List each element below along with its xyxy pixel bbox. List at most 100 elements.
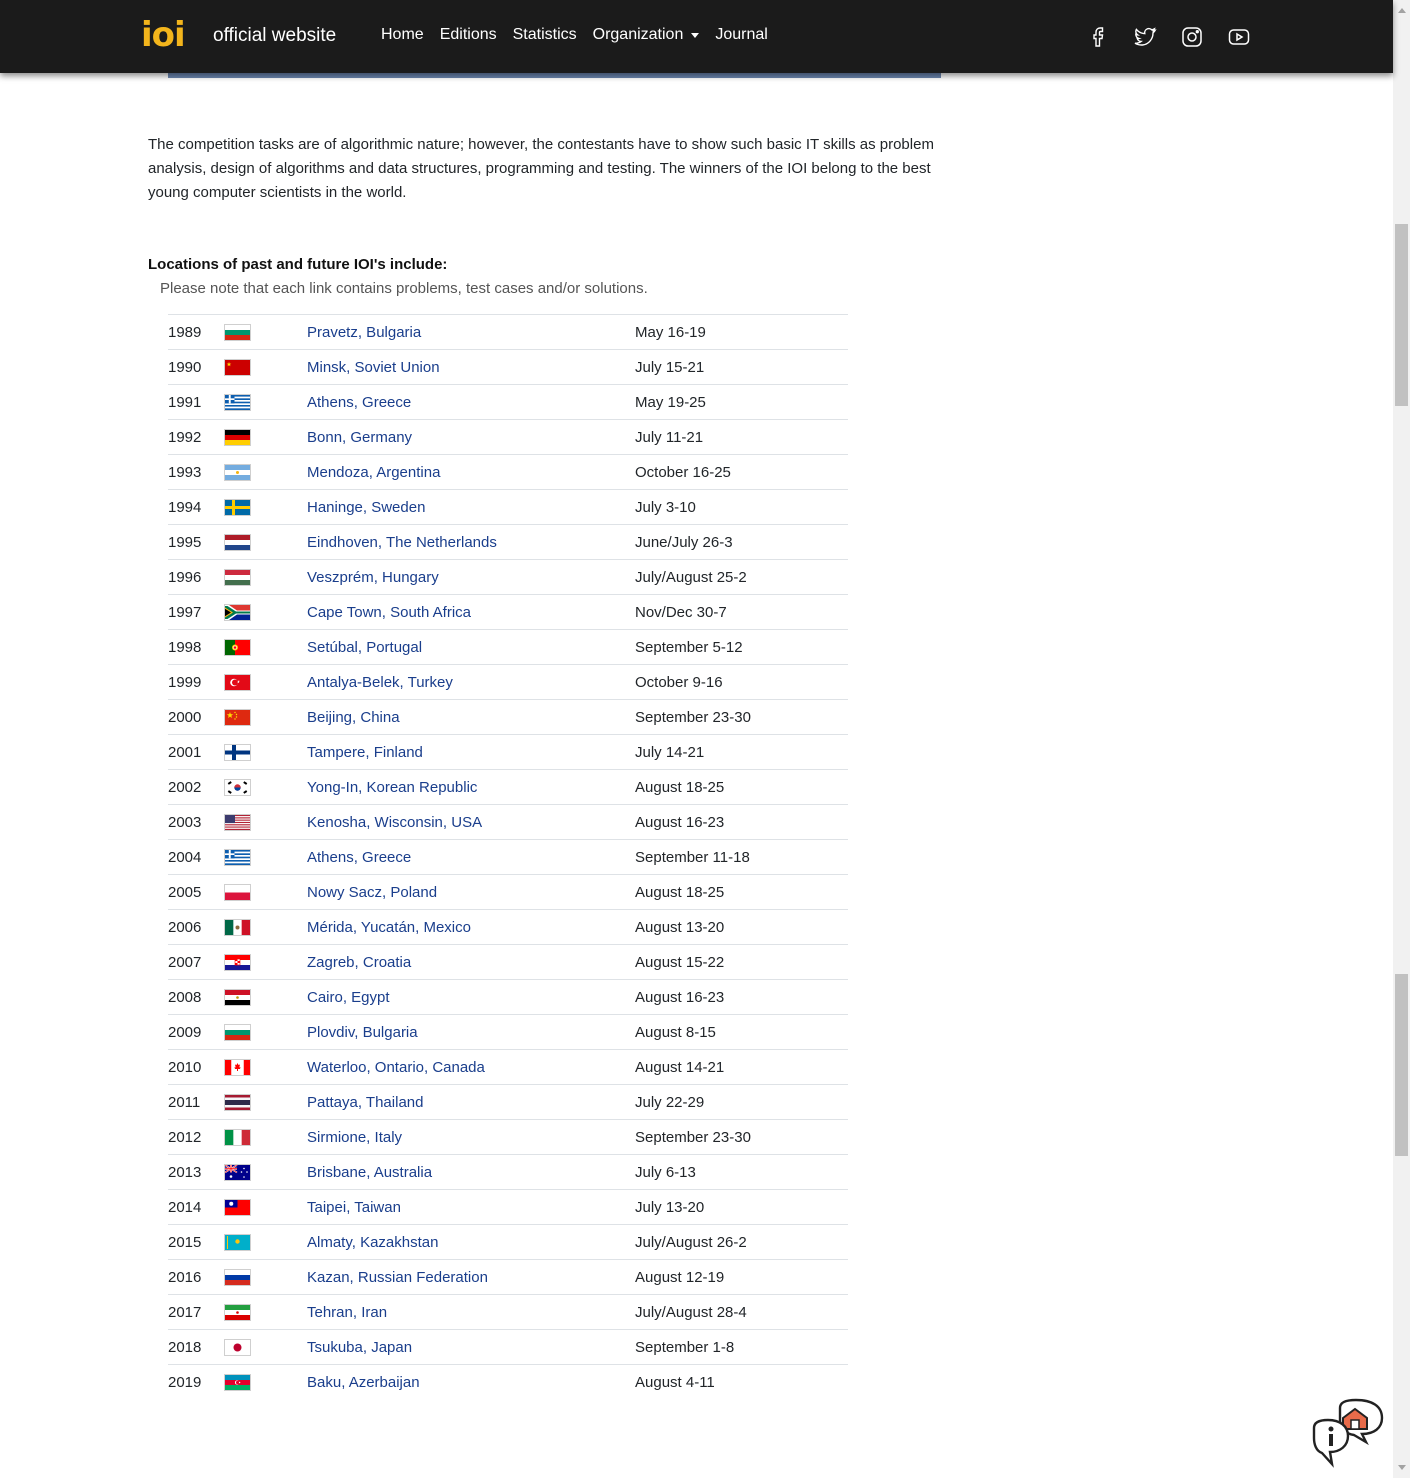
edition-location-link[interactable]: Athens, Greece [307,849,411,866]
table-row: 2018 Tsukuba, Japan September 1-8 [168,1329,848,1365]
edition-location-link[interactable]: Taipei, Taiwan [307,1199,401,1216]
edition-location-link[interactable]: Nowy Sacz, Poland [307,884,437,901]
edition-location-link[interactable]: Setúbal, Portugal [307,639,422,656]
mexico-flag-icon [224,918,251,936]
edition-dates: July/August 25-2 [635,559,848,595]
location-cell: Waterloo, Ontario, Canada [307,1049,635,1085]
edition-location-link[interactable]: Pattaya, Thailand [307,1094,423,1111]
edition-year: 1995 [168,524,224,560]
scrollbar-thumb[interactable] [1395,224,1408,406]
flag-cell [224,384,307,420]
greece-flag-icon [224,393,251,411]
locations-note: Please note that each link contains prob… [160,280,648,297]
thailand-flag-icon [224,1093,251,1111]
edition-year: 2003 [168,804,224,840]
edition-location-link[interactable]: Tampere, Finland [307,744,423,761]
flag-cell [224,979,307,1015]
instagram-icon[interactable] [1180,25,1204,49]
youtube-icon[interactable] [1227,25,1251,49]
nav-statistics-link[interactable]: Statistics [513,26,577,44]
table-row: 1997 Cape Town, South Africa Nov/Dec 30-… [168,594,848,630]
table-row: 2017 Tehran, Iran July/August 28-4 [168,1294,848,1330]
edition-dates: September 23-30 [635,1119,848,1155]
edition-location-link[interactable]: Plovdiv, Bulgaria [307,1024,418,1041]
edition-location-link[interactable]: Tehran, Iran [307,1304,387,1321]
table-row: 1995 Eindhoven, The Netherlands June/Jul… [168,524,848,560]
brand-title[interactable]: official website [213,25,336,47]
edition-location-link[interactable]: Mérida, Yucatán, Mexico [307,919,471,936]
edition-location-link[interactable]: Beijing, China [307,709,400,726]
table-row: 2010 Waterloo, Ontario, Canada August 14… [168,1049,848,1085]
edition-year: 2012 [168,1119,224,1155]
header-image-bottom-edge [168,73,941,78]
scrollbar-thumb-secondary[interactable] [1395,974,1408,1156]
nav-links: Home Editions Statistics Organization Jo… [381,26,784,44]
edition-location-link[interactable]: Minsk, Soviet Union [307,359,440,376]
edition-location-link[interactable]: Eindhoven, The Netherlands [307,534,497,551]
edition-location-link[interactable]: Mendoza, Argentina [307,464,440,481]
edition-location-link[interactable]: Kazan, Russian Federation [307,1269,488,1286]
help-chat-widget[interactable] [1310,1398,1384,1468]
table-row: 2002 Yong-In, Korean Republic August 18-… [168,769,848,805]
page-scrollbar[interactable] [1393,0,1410,1478]
taiwan-flag-icon [224,1198,251,1216]
nav-journal-link[interactable]: Journal [715,26,767,44]
facebook-icon[interactable] [1086,25,1110,49]
bulgaria-flag-icon [224,1023,251,1041]
scroll-up-icon[interactable] [1398,8,1406,13]
edition-dates: May 16-19 [635,314,848,350]
edition-dates: June/July 26-3 [635,524,848,560]
edition-location-link[interactable]: Tsukuba, Japan [307,1339,412,1356]
edition-location-link[interactable]: Zagreb, Croatia [307,954,411,971]
help-chat-icon [1312,1398,1384,1468]
edition-location-link[interactable]: Pravetz, Bulgaria [307,324,421,341]
location-cell: Yong-In, Korean Republic [307,769,635,805]
edition-location-link[interactable]: Veszprém, Hungary [307,569,439,586]
edition-location-link[interactable]: Cape Town, South Africa [307,604,471,621]
edition-location-link[interactable]: Sirmione, Italy [307,1129,402,1146]
edition-year: 2017 [168,1294,224,1330]
flag-cell [224,1014,307,1050]
edition-year: 1994 [168,489,224,525]
flag-cell [224,1224,307,1260]
ioi-logo[interactable]: ioi [141,18,186,52]
edition-location-link[interactable]: Cairo, Egypt [307,989,390,1006]
edition-year: 2008 [168,979,224,1015]
croatia-flag-icon [224,953,251,971]
edition-dates: September 11-18 [635,839,848,875]
edition-location-link[interactable]: Haninge, Sweden [307,499,425,516]
nav-home-link[interactable]: Home [381,26,424,44]
edition-dates: July 15-21 [635,349,848,385]
edition-location-link[interactable]: Athens, Greece [307,394,411,411]
nav-editions-link[interactable]: Editions [440,26,497,44]
edition-location-link[interactable]: Almaty, Kazakhstan [307,1234,438,1251]
location-cell: Kazan, Russian Federation [307,1259,635,1295]
edition-dates: September 1-8 [635,1329,848,1365]
japan-flag-icon [224,1338,251,1356]
south-africa-flag-icon [224,603,251,621]
edition-location-link[interactable]: Bonn, Germany [307,429,412,446]
table-row: 2012 Sirmione, Italy September 23-30 [168,1119,848,1155]
china-flag-icon [224,708,251,726]
nav-organization-dropdown[interactable]: Organization [593,26,700,44]
table-row: 1998 Setúbal, Portugal September 5-12 [168,629,848,665]
edition-location-link[interactable]: Waterloo, Ontario, Canada [307,1059,485,1076]
top-navbar: ioi official website Home Editions Stati… [0,0,1393,73]
edition-location-link[interactable]: Kenosha, Wisconsin, USA [307,814,482,831]
australia-flag-icon [224,1163,251,1181]
edition-location-link[interactable]: Yong-In, Korean Republic [307,779,477,796]
table-row: 1994 Haninge, Sweden July 3-10 [168,489,848,525]
russia-flag-icon [224,1268,251,1286]
flag-cell [224,699,307,735]
flag-cell [224,1364,307,1399]
edition-location-link[interactable]: Antalya-Belek, Turkey [307,674,453,691]
flag-cell [224,1259,307,1295]
location-cell: Cape Town, South Africa [307,594,635,630]
edition-year: 2002 [168,769,224,805]
flag-cell [224,1154,307,1190]
azerbaijan-flag-icon [224,1373,251,1391]
edition-location-link[interactable]: Brisbane, Australia [307,1164,432,1181]
scroll-down-icon[interactable] [1398,1465,1406,1470]
twitter-icon[interactable] [1133,25,1157,49]
edition-location-link[interactable]: Baku, Azerbaijan [307,1374,420,1391]
